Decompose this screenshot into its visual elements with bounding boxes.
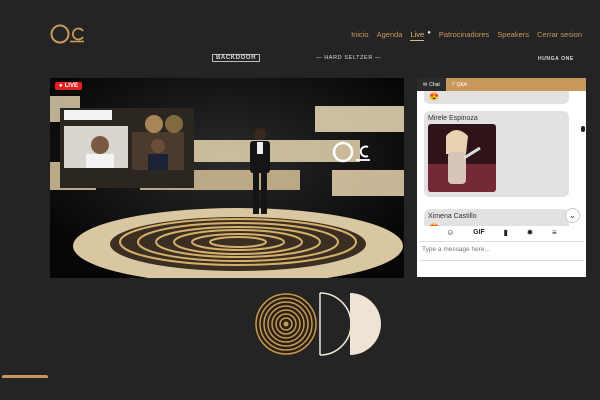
gear-icon[interactable]: ✹ (527, 228, 534, 237)
live-indicator-dot: ● (427, 30, 431, 36)
chat-panel: ✉ Chat ? Q&A 😍 Mirele Espinoza Ximena Ca… (417, 78, 586, 277)
sponsor-backdoor: BACKDOOR (212, 54, 261, 62)
chat-toolbar: ☺ GIF ▮ ✹ ≡ (417, 224, 586, 240)
nav-cerrar-sesion[interactable]: Cerrar sesion (537, 30, 582, 41)
nav-live[interactable]: Live (410, 30, 425, 41)
stage-scene (50, 78, 404, 278)
emoji-icon[interactable]: ☺ (446, 228, 454, 237)
bookmark-icon[interactable]: ▮ (504, 228, 508, 237)
message-input[interactable]: Type a message here... (419, 241, 584, 261)
scrollbar-thumb[interactable] (581, 126, 585, 132)
nav-agenda[interactable]: Agenda (377, 30, 403, 41)
singer-photo (428, 124, 496, 192)
sponsor-hunga-one: HUNGA ONE (538, 56, 574, 62)
menu-icon[interactable]: ≡ (552, 228, 557, 237)
question-icon: ? (451, 81, 455, 88)
oc-logo[interactable] (50, 22, 86, 46)
tab-qa[interactable]: ? Q&A (446, 78, 473, 91)
chevron-down-icon: ⌄ (569, 211, 576, 220)
nav-speakers[interactable]: Speakers (497, 30, 529, 41)
shared-image[interactable] (428, 124, 496, 192)
nav-inicio[interactable]: Inicio (351, 30, 369, 41)
sponsor-hard-seltzer: — HARD SELTZER — (316, 55, 382, 61)
record-dot-icon: ● (59, 83, 63, 89)
gif-button[interactable]: GIF (473, 229, 485, 236)
chat-icon: ✉ (423, 81, 428, 88)
chat-tabs: ✉ Chat ? Q&A (417, 78, 586, 91)
message-author: Ximena Castillo (428, 213, 477, 220)
smile-emoji-icon: 😍 (429, 92, 439, 101)
message-author: Mirele Espinoza (428, 115, 478, 122)
chat-message: 😍 (424, 91, 569, 104)
video-player[interactable]: ● LIVE (50, 78, 404, 278)
main-nav: Inicio Agenda Live ● Patrocinadores Spea… (351, 30, 582, 41)
nav-patrocinadores[interactable]: Patrocinadores (439, 30, 489, 41)
live-badge: ● LIVE (55, 82, 82, 90)
corner-tab[interactable] (2, 375, 48, 378)
message-list[interactable]: 😍 Mirele Espinoza Ximena Castillo 😍 (417, 91, 586, 226)
chat-message: Mirele Espinoza (424, 111, 569, 197)
brand-graphic (254, 292, 381, 356)
tab-chat[interactable]: ✉ Chat (417, 78, 446, 91)
scroll-down-button[interactable]: ⌄ (565, 208, 580, 223)
